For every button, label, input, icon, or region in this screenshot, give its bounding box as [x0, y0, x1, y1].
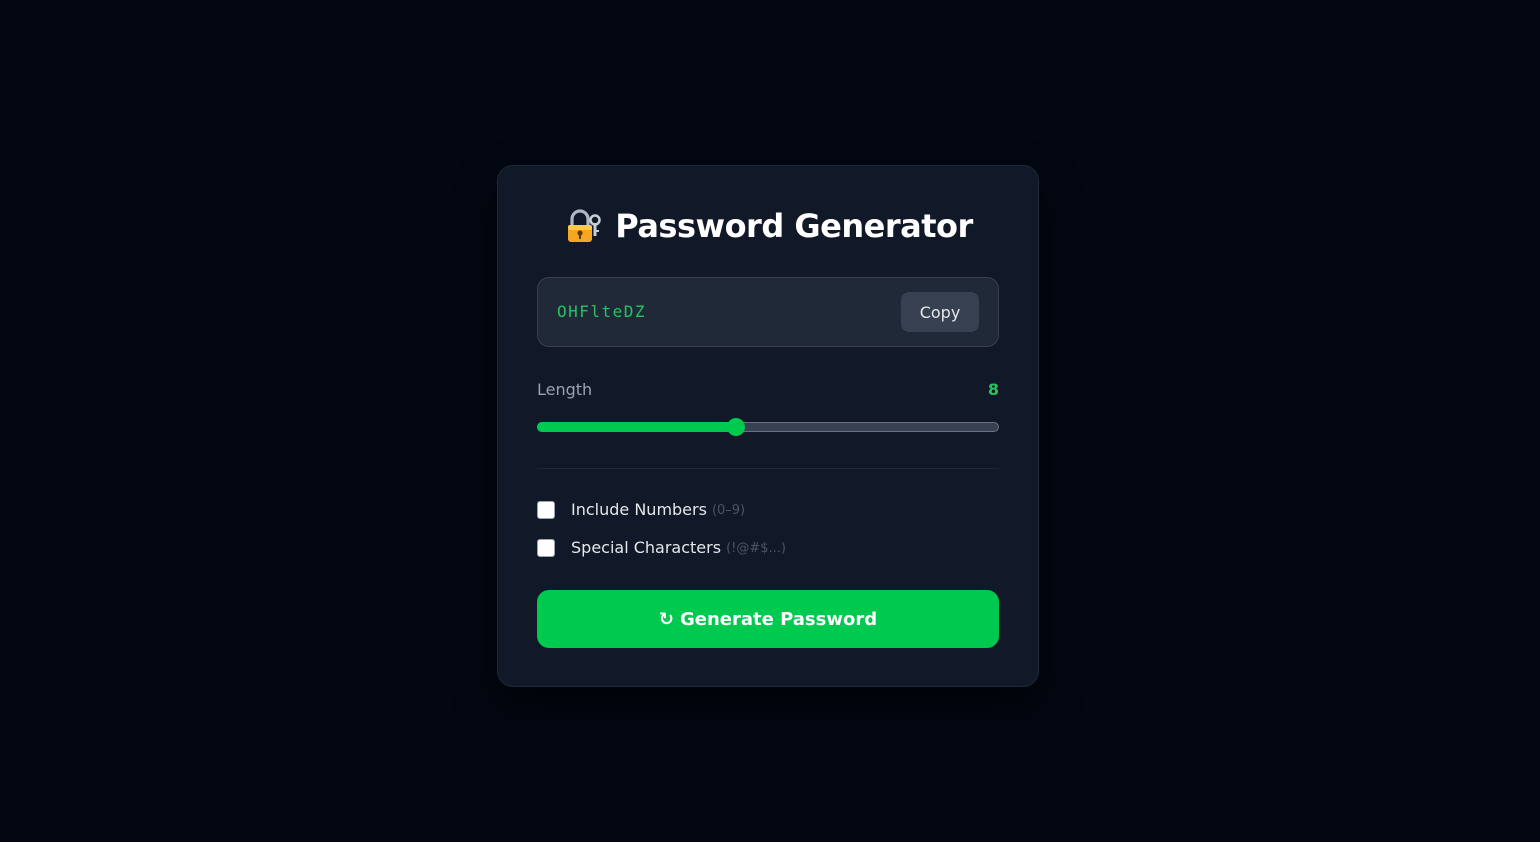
include-numbers-checkbox[interactable]: [537, 500, 555, 519]
copy-button[interactable]: Copy: [901, 292, 979, 332]
locked-with-key-icon: [563, 206, 603, 246]
password-generator-card: Password Generator OHFlteDZ Copy Length …: [497, 165, 1039, 687]
length-value: 8: [987, 380, 999, 399]
option-hint: (0–9): [711, 503, 746, 518]
option-label: Special Characters: [571, 538, 722, 557]
password-display: OHFlteDZ Copy: [537, 277, 999, 347]
refresh-icon: ↻: [658, 608, 674, 630]
length-label: Length: [537, 380, 593, 399]
slider-fill: [537, 422, 736, 432]
page-title: Password Generator: [615, 207, 973, 245]
slider-thumb[interactable]: [726, 418, 745, 436]
generate-label: Generate Password: [679, 608, 878, 630]
option-include-numbers[interactable]: Include Numbers (0–9): [537, 500, 745, 519]
special-characters-checkbox[interactable]: [537, 538, 555, 557]
divider: [537, 468, 999, 469]
title-row: Password Generator: [498, 206, 1038, 246]
option-special-characters[interactable]: Special Characters (!@#$...): [537, 538, 786, 557]
password-output[interactable]: OHFlteDZ: [557, 302, 646, 321]
generate-password-button[interactable]: ↻ Generate Password: [537, 590, 999, 648]
option-label: Include Numbers: [571, 500, 707, 519]
length-slider[interactable]: [537, 418, 999, 436]
option-hint: (!@#$...): [726, 541, 786, 556]
